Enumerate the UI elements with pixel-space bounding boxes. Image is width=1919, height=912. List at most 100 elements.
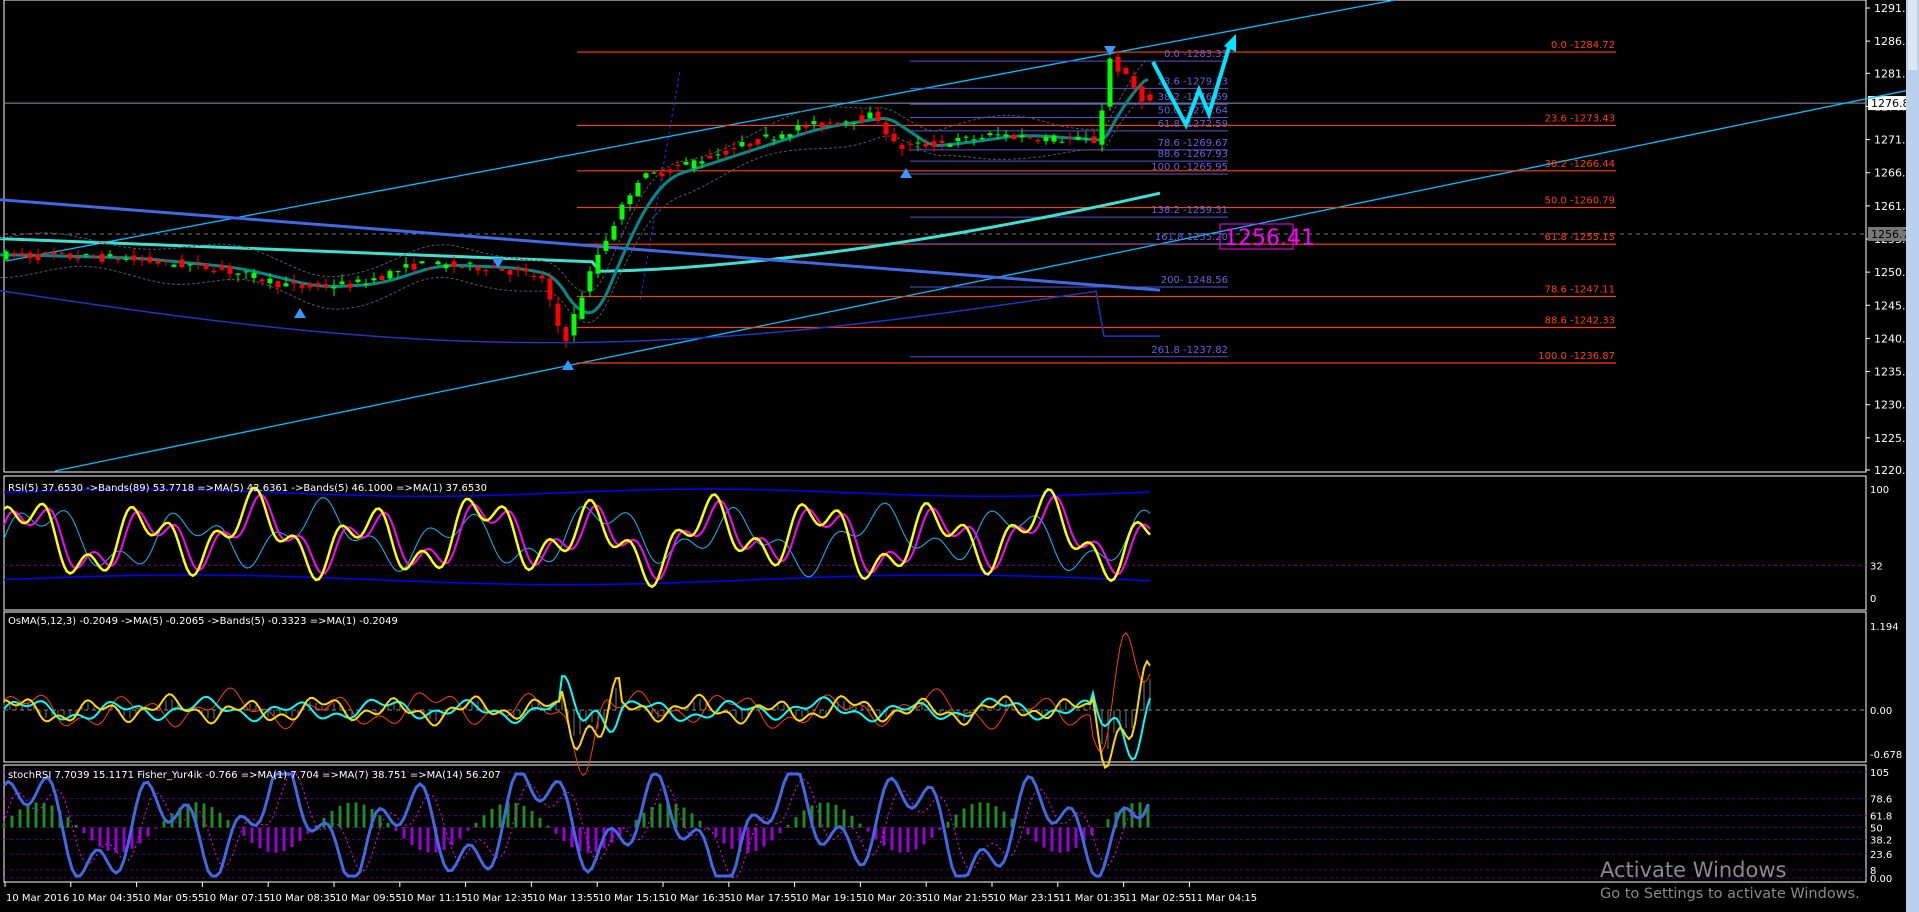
bearish-candle <box>1147 94 1153 101</box>
fib-purple-label: 138.2 -1259.31 <box>1151 205 1228 216</box>
bearish-candle <box>291 281 297 284</box>
bearish-candle <box>1067 138 1073 140</box>
time-tick-label: 10 Mar 19:15 <box>796 893 863 904</box>
bearish-candle <box>227 265 233 274</box>
bearish-candle <box>667 169 673 173</box>
bearish-candle <box>67 253 73 259</box>
bearish-candle <box>19 253 25 256</box>
fib-purple-label: 61.8 -1272.59 <box>1158 119 1228 130</box>
bearish-candle <box>379 276 385 281</box>
bullish-candle <box>355 279 361 283</box>
bullish-candle <box>587 271 593 292</box>
bullish-candle <box>787 134 793 137</box>
bullish-candle <box>1051 135 1057 142</box>
fib-orange-label: 78.6 -1247.11 <box>1545 284 1615 295</box>
bullish-candle <box>843 121 849 123</box>
bearish-candle <box>899 144 905 149</box>
bearish-candle <box>515 268 521 271</box>
bearish-candle <box>427 268 433 270</box>
time-tick-label: 10 Mar 11:15 <box>401 893 468 904</box>
price-label-big: 1256.41 <box>1224 226 1315 251</box>
activate-windows-subtitle: Go to Settings to activate Windows. <box>1600 886 1860 902</box>
bearish-candle <box>27 252 33 259</box>
bearish-candle <box>803 126 809 128</box>
bearish-candle <box>731 148 737 150</box>
fib-purple-label: 161.8 1255.20 <box>1155 232 1228 243</box>
osma-scale-label: 0.00 <box>1870 706 1892 717</box>
chart-canvas[interactable]: 1291.501286.401281.451276.351271.251266.… <box>0 0 1919 912</box>
bearish-candle <box>547 278 553 300</box>
bullish-candle <box>371 278 377 281</box>
bearish-candle <box>1091 136 1097 143</box>
bullish-candle <box>963 136 969 138</box>
fib-orange-label: 38.2 -1266.44 <box>1545 159 1615 170</box>
time-tick-label: 10 Mar 2016 <box>6 893 69 904</box>
bullish-candle <box>243 271 249 273</box>
fib-purple-label: 78.6 -1269.67 <box>1158 138 1228 149</box>
scrollbar-thumb[interactable] <box>1908 0 1917 70</box>
bearish-candle <box>11 253 17 256</box>
bearish-candle <box>179 259 185 268</box>
bearish-candle <box>555 303 561 326</box>
bullish-candle <box>867 112 873 119</box>
activate-windows-title: Activate Windows <box>1600 858 1787 882</box>
bullish-candle <box>619 204 625 220</box>
bullish-candle <box>651 172 657 174</box>
bollinger-lower <box>0 95 1149 324</box>
time-tick-label: 10 Mar 08:35 <box>269 893 336 904</box>
bearish-candle <box>43 252 49 254</box>
fib-orange-label: 50.0 -1260.79 <box>1545 196 1615 207</box>
bearish-candle <box>211 270 217 273</box>
time-tick-label: 11 Mar 04:15 <box>1190 893 1257 904</box>
trading-chart-window: 1291.501286.401281.451276.351271.251266.… <box>0 0 1919 912</box>
bullish-candle <box>107 254 113 257</box>
bullish-candle <box>123 258 129 260</box>
vertical-scrollbar[interactable] <box>1906 0 1919 912</box>
fast-moving-average <box>0 78 1149 315</box>
fib-purple-label: 0.0 -1283.33 <box>1164 49 1228 60</box>
osma-ma-line <box>3 675 1151 761</box>
fib-orange-label: 23.6 -1273.43 <box>1545 113 1615 124</box>
bullish-candle <box>1003 134 1009 137</box>
time-tick-label: 11 Mar 02:55 <box>1125 893 1192 904</box>
bearish-candle <box>299 284 305 288</box>
stoch-scale-label: 23.6 <box>1870 850 1892 861</box>
bearish-candle <box>883 122 889 135</box>
bearish-candle <box>819 122 825 127</box>
slow-moving-average <box>0 191 1161 273</box>
bullish-candle <box>1043 136 1049 142</box>
bullish-candle <box>955 138 961 142</box>
stoch-scale-label: 78.6 <box>1870 795 1892 806</box>
time-tick-label: 10 Mar 21:55 <box>927 893 994 904</box>
dotted-trend-line <box>639 69 681 301</box>
bearish-candle <box>139 258 145 261</box>
bullish-candle <box>467 262 473 264</box>
stoch-scale-label: 38.2 <box>1870 835 1892 846</box>
bearish-candle <box>827 122 833 124</box>
bearish-candle <box>315 283 321 286</box>
rsi-scale-label: 0 <box>1870 594 1876 605</box>
bearish-candle <box>115 258 121 261</box>
bullish-candle <box>1075 136 1081 140</box>
time-tick-label: 10 Mar 09:55 <box>335 893 402 904</box>
fib-purple-label: 88.6 -1267.93 <box>1158 149 1228 160</box>
bearish-candle <box>835 122 841 125</box>
bullish-candle <box>947 144 953 147</box>
rsi-scale-label: 32 <box>1870 561 1883 572</box>
buy-arrow-icon <box>294 308 306 318</box>
bearish-candle <box>859 115 865 122</box>
bullish-candle <box>779 134 785 139</box>
bearish-candle <box>35 254 41 261</box>
bearish-candle <box>1139 86 1145 102</box>
bullish-candle <box>3 251 9 260</box>
bullish-candle <box>987 133 993 136</box>
time-tick-label: 10 Mar 16:35 <box>664 893 731 904</box>
bullish-candle <box>699 161 705 164</box>
bullish-candle <box>403 264 409 268</box>
time-tick-label: 10 Mar 17:55 <box>730 893 797 904</box>
bearish-candle <box>219 265 225 270</box>
osma-scale-label: 1.194 <box>1870 622 1899 633</box>
bullish-candle <box>267 278 273 284</box>
rsi-header: RSI(5) 37.6530 ->Bands(89) 53.7718 =>MA(… <box>8 483 487 494</box>
stoch-scale-label: 0.00 <box>1870 874 1892 885</box>
